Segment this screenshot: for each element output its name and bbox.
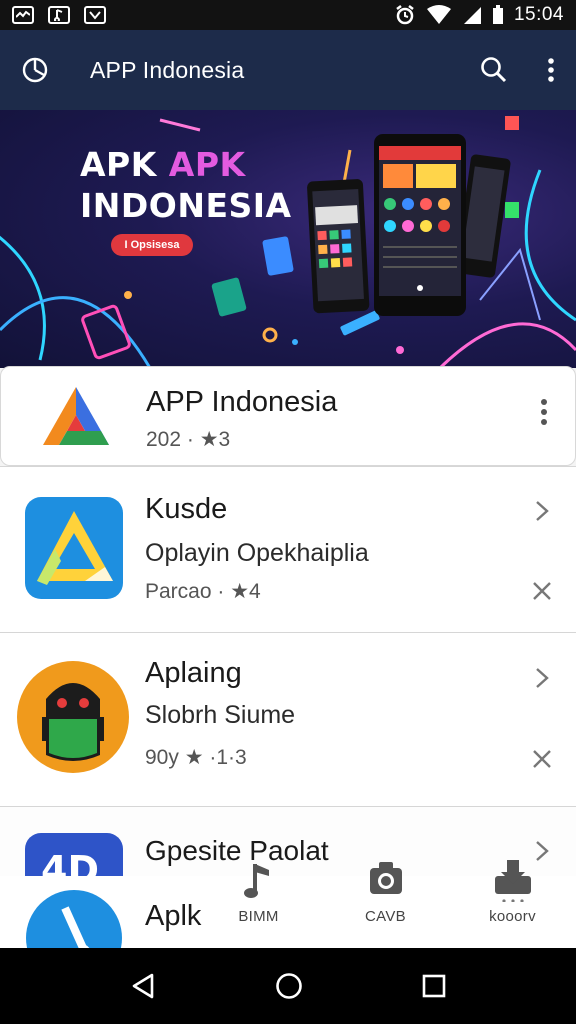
promo-banner[interactable]: APK APK INDONESIA I Opsisesa: [0, 110, 576, 368]
battery-icon: [492, 5, 503, 24]
media-icon: [48, 6, 70, 24]
app-bar: APP Indonesia: [0, 30, 576, 110]
nav-label: CAVB: [365, 908, 406, 925]
app-title: Kusde: [145, 493, 228, 525]
list-item[interactable]: Aplaing Slobrh Siume 90y ★ ·1·3: [0, 632, 576, 806]
more-vert-icon[interactable]: [548, 57, 554, 83]
status-bar: 15:04: [0, 0, 576, 30]
clock-time: 15:04: [513, 4, 564, 25]
app-logo-icon: [17, 661, 129, 773]
close-icon[interactable]: [530, 747, 554, 771]
app-title: Aplaing: [145, 657, 242, 689]
search-icon[interactable]: [480, 56, 508, 84]
list-item[interactable]: APP Indonesia 202 · ★3: [0, 366, 576, 466]
bottom-navigation: BIMM CAVB kooorv: [195, 858, 576, 948]
more-vert-icon[interactable]: [541, 398, 547, 426]
notification-icon: [84, 6, 106, 24]
app-meta: 202 · ★3: [146, 428, 231, 451]
app-title: Aplk: [145, 900, 202, 932]
app-logo-icon: [25, 497, 123, 599]
banner-headline-white: APK: [80, 145, 169, 184]
app-title: APP Indonesia: [146, 386, 338, 418]
nav-label: kooorv: [489, 908, 536, 925]
activity-icon: [12, 6, 34, 24]
app-meta: 90y ★ ·1·3: [145, 746, 247, 769]
app-logo-icon: [26, 890, 122, 948]
recents-icon[interactable]: [422, 974, 446, 998]
nav-item-camera[interactable]: CAVB: [322, 858, 449, 948]
chevron-right-icon[interactable]: [530, 499, 554, 523]
app-title: APP Indonesia: [90, 56, 245, 83]
app-logo-icon[interactable]: [22, 57, 48, 83]
back-icon[interactable]: [130, 972, 156, 1000]
banner-headline: APK APK INDONESIA: [80, 144, 292, 226]
list-item[interactable]: Kusde Oplayin Opekhaiplia Parcao · ★4: [0, 466, 576, 632]
alarm-icon: [396, 5, 414, 25]
nav-item-music[interactable]: BIMM: [195, 858, 322, 948]
app-subtitle: Slobrh Siume: [145, 701, 296, 729]
home-icon[interactable]: [275, 972, 303, 1000]
close-icon[interactable]: [530, 579, 554, 603]
signal-icon: [463, 7, 481, 24]
music-note-icon: [243, 864, 269, 898]
banner-headline-pink: APK: [168, 145, 246, 184]
chevron-right-icon[interactable]: [530, 666, 554, 690]
camera-icon: [369, 862, 402, 894]
banner-badge[interactable]: I Opsisesa: [111, 234, 193, 256]
system-navigation-bar: [0, 948, 576, 1024]
banner-headline-line2: INDONESIA: [80, 186, 292, 225]
nav-item-download[interactable]: kooorv: [449, 858, 576, 948]
app-meta: Parcao · ★4: [145, 580, 261, 603]
download-icon: [494, 860, 531, 902]
wifi-icon: [426, 5, 451, 24]
app-logo-icon: [43, 387, 109, 445]
app-subtitle: Oplayin Opekhaiplia: [145, 539, 369, 567]
nav-label: BIMM: [238, 908, 279, 925]
